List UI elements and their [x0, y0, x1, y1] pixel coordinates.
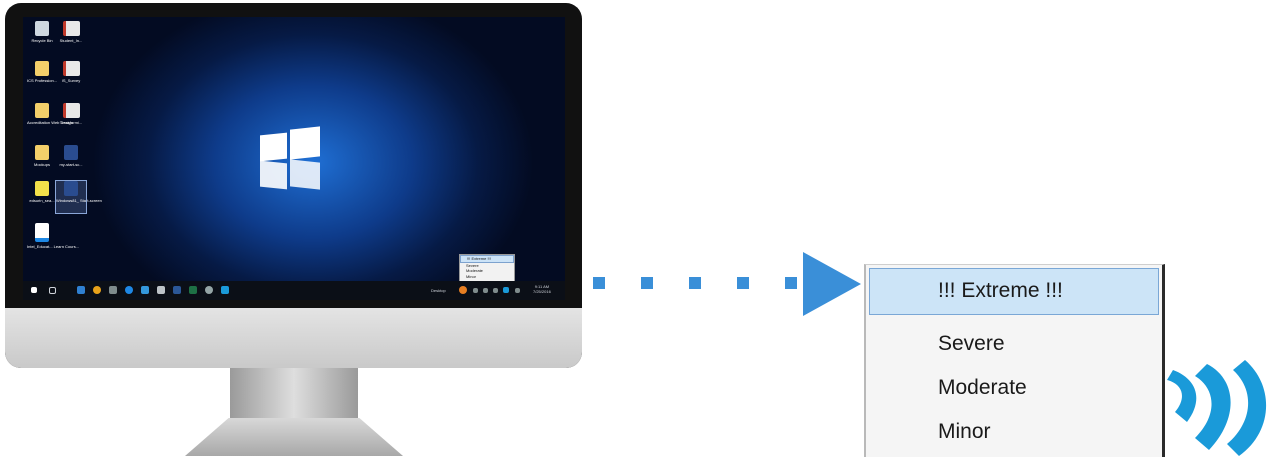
severity-menu: !!! Extreme !!! Severe Moderate Minor	[864, 264, 1165, 457]
monitor-stand	[230, 368, 358, 420]
word-icon[interactable]	[173, 286, 181, 294]
clock-date: 7/25/2016	[533, 289, 551, 294]
recycle-bin-icon	[35, 21, 49, 36]
desktop-icon-selected[interactable]: Windows81_ Start-screen	[55, 180, 102, 214]
excel-icon[interactable]	[189, 286, 197, 294]
edge-icon[interactable]	[125, 286, 133, 294]
desktop-icon-folder[interactable]: ICS Profession...	[27, 61, 57, 83]
desktop-screen: Recycle Bin Student_In... ICS Profession…	[23, 17, 565, 300]
folder-icon	[35, 103, 49, 118]
folder-icon	[35, 145, 49, 160]
screenshot-file-icon	[64, 181, 78, 196]
volume-icon[interactable]	[483, 288, 488, 293]
signal-brand-icon	[1167, 360, 1267, 456]
screenshot-file-icon	[64, 145, 78, 160]
network-icon[interactable]	[473, 288, 478, 293]
pdf-file-icon	[62, 61, 80, 76]
cortana-app-icon[interactable]	[221, 286, 229, 294]
connector-dot	[737, 277, 749, 289]
monitor-chin	[5, 308, 582, 368]
monitor-foot	[185, 418, 403, 456]
chrome-icon[interactable]	[93, 286, 101, 294]
desktop-icon-app[interactable]: my-start-sc...	[56, 145, 86, 167]
desktop-app-icon[interactable]	[77, 286, 85, 294]
desktop-icon-edsurin[interactable]: edsurin_sea...	[27, 181, 57, 203]
connector-arrow	[803, 252, 861, 316]
connector-dot	[689, 277, 701, 289]
menu-item-severe[interactable]: Severe	[938, 332, 1005, 356]
pdf-file-icon	[62, 21, 80, 36]
pdf-file-icon	[62, 103, 80, 118]
desktop-icon-web[interactable]: Intel_Educat... Learn Cours...	[27, 223, 79, 249]
outlook-icon[interactable]	[141, 286, 149, 294]
start-icon[interactable]	[31, 287, 37, 293]
connector-dot	[593, 277, 605, 289]
connector-dot	[785, 277, 797, 289]
desktop-icon-folder[interactable]: Mockups	[27, 145, 57, 167]
connector-dot	[641, 277, 653, 289]
tray-cortana-icon[interactable]	[503, 287, 509, 293]
web-shortcut-icon	[35, 223, 49, 242]
settings-icon[interactable]	[205, 286, 213, 294]
folder-icon	[35, 61, 49, 76]
desktop-icon-recycle-bin[interactable]: Recycle Bin	[27, 21, 57, 43]
menu-item-minor[interactable]: Minor	[938, 420, 991, 444]
tool-icon[interactable]	[109, 286, 117, 294]
taskbar: Desktop 9:11 AM 7/25/2016	[23, 281, 565, 300]
mini-menu-item[interactable]: !!! Extreme !!!	[460, 255, 514, 263]
document-icon	[35, 181, 49, 196]
menu-item-moderate[interactable]: Moderate	[938, 376, 1027, 400]
desktop-icon-pdf[interactable]: Student_In...	[56, 21, 86, 43]
desktop-icon-pdf[interactable]: Transformi...	[56, 103, 86, 125]
windows-logo	[260, 126, 320, 190]
battery-icon[interactable]	[493, 288, 498, 293]
tray-alert-icon[interactable]	[459, 286, 467, 294]
clock[interactable]: 9:11 AM 7/25/2016	[533, 284, 551, 294]
task-view-icon[interactable]	[49, 287, 56, 294]
calculator-icon[interactable]	[157, 286, 165, 294]
desktop-icon-folder[interactable]: Accreditation Web Design	[27, 103, 73, 125]
desktop-toolbar-label[interactable]: Desktop	[431, 288, 446, 293]
desktop-icon-pdf[interactable]: IS_Survey	[56, 61, 86, 83]
notification-icon[interactable]	[515, 288, 520, 293]
mini-menu-item[interactable]: Minor	[460, 274, 514, 280]
menu-item-extreme[interactable]: !!! Extreme !!!	[938, 279, 1063, 303]
